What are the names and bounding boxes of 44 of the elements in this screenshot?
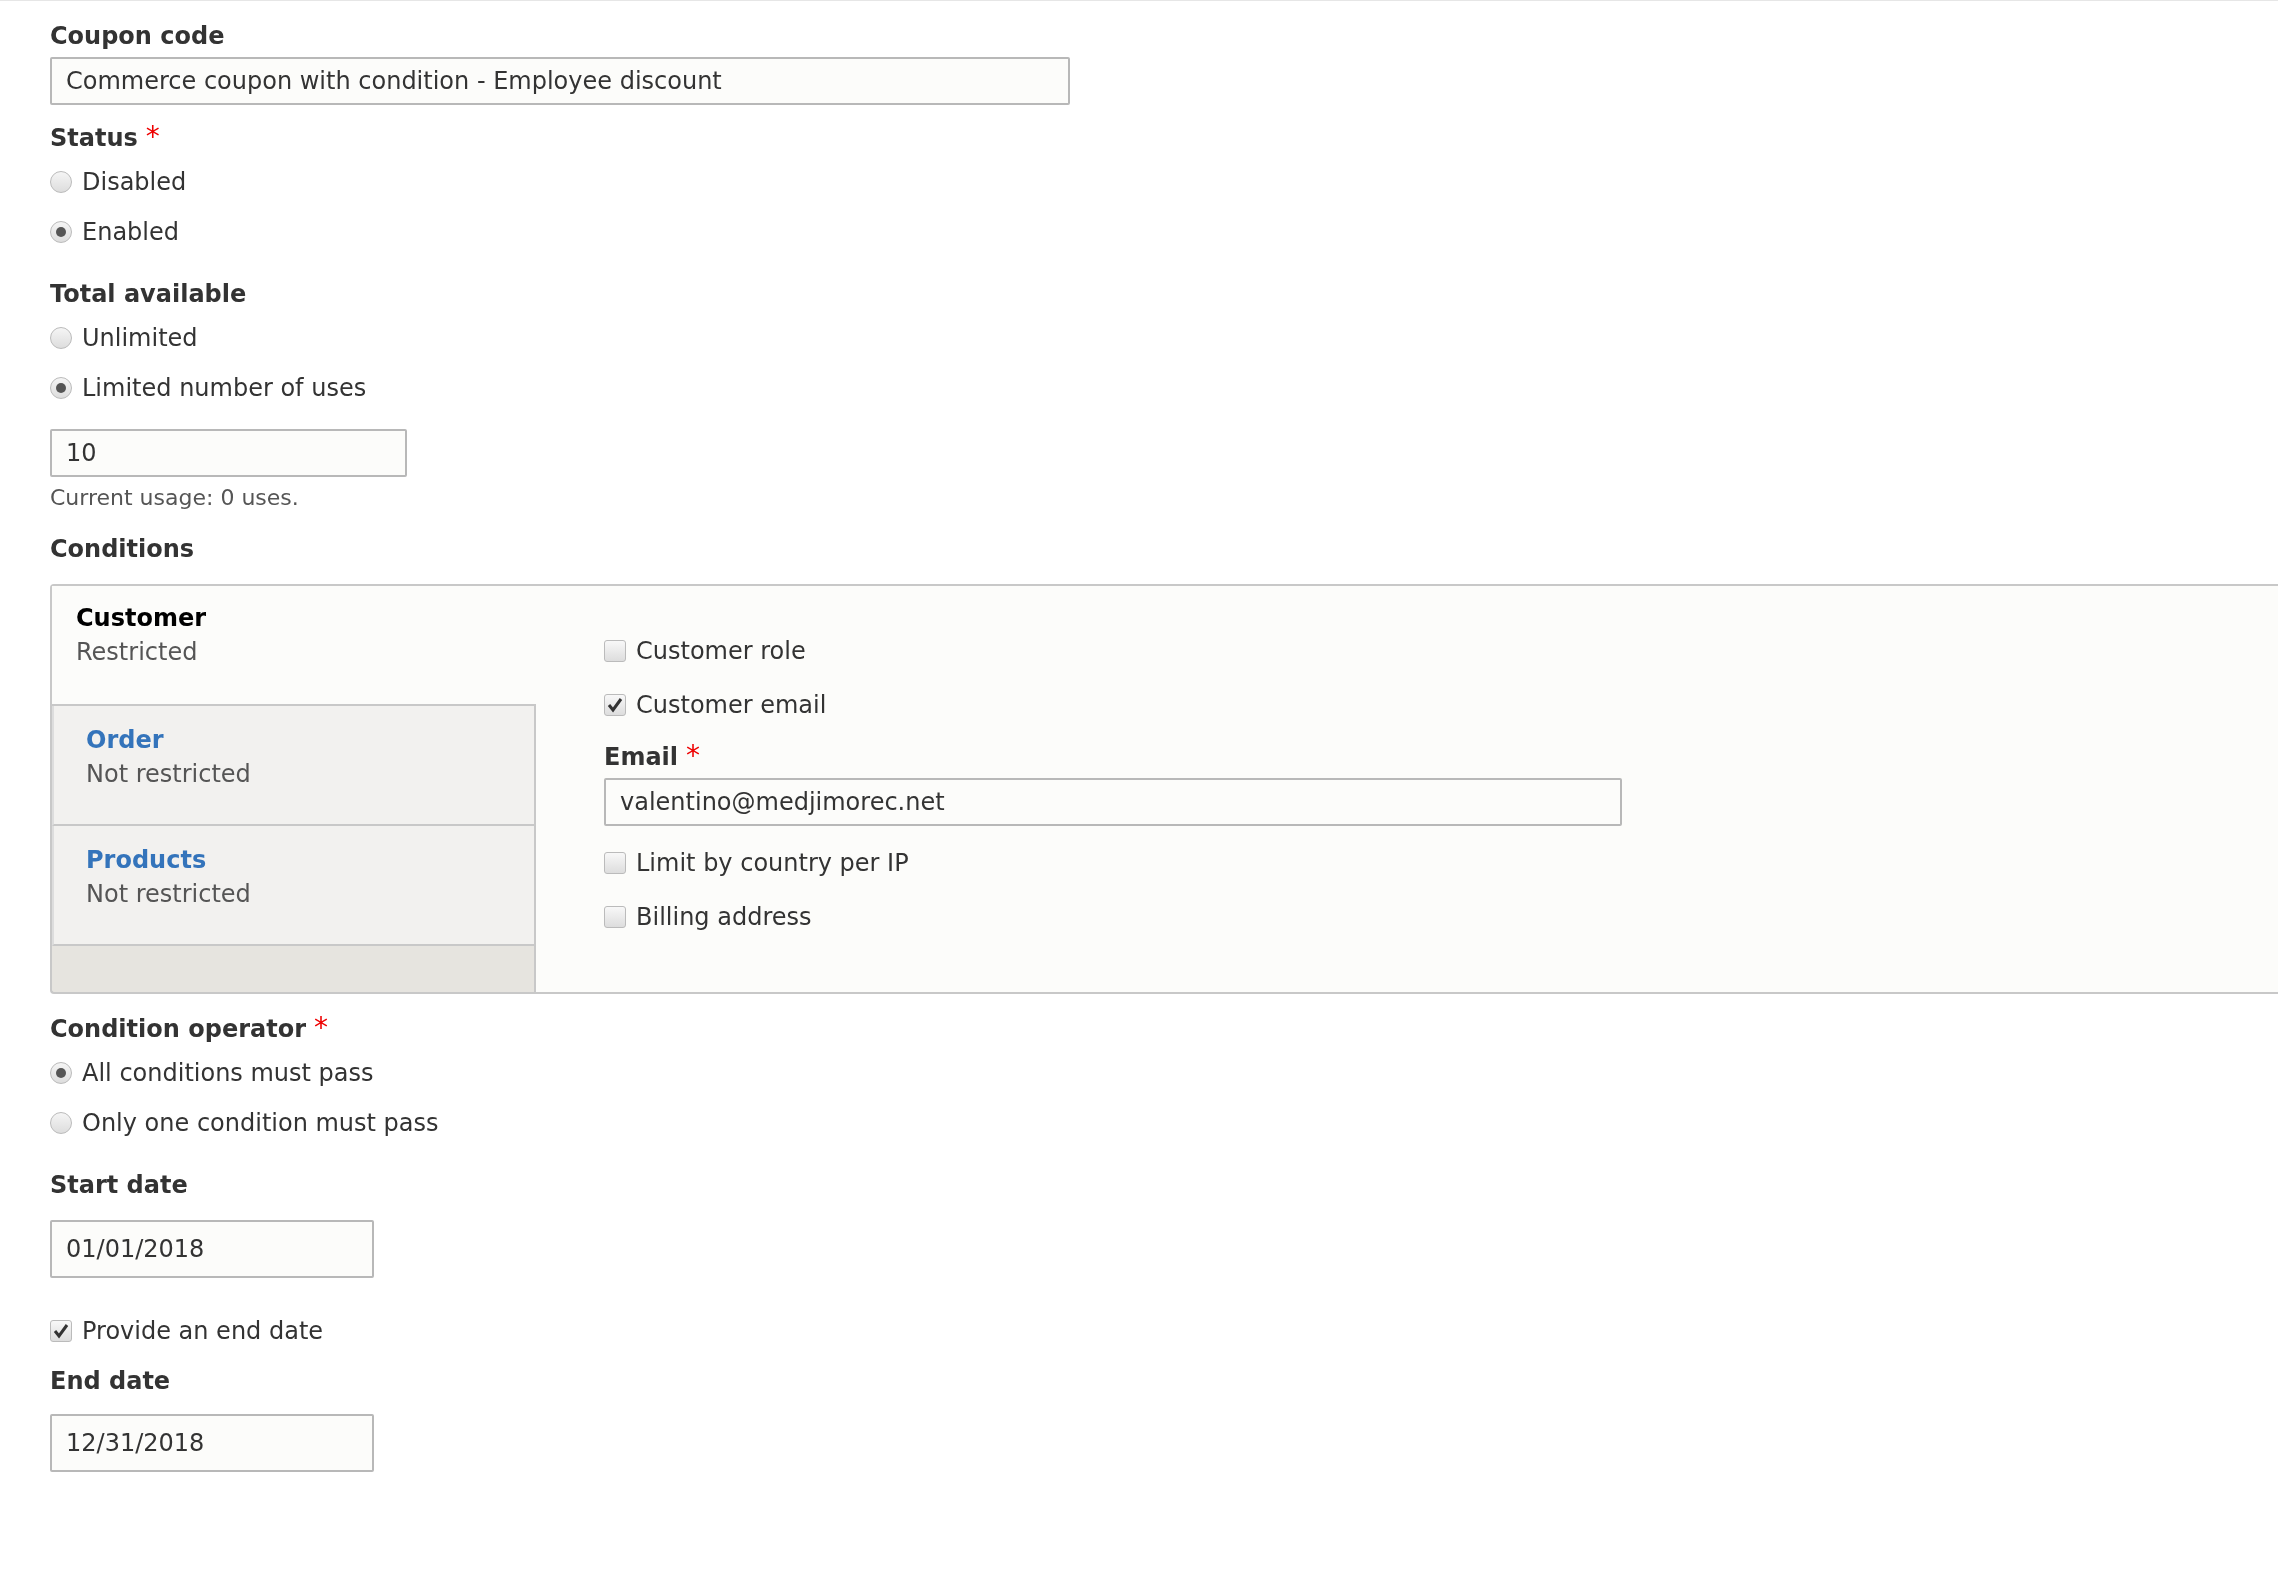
radio-button[interactable] <box>50 377 72 399</box>
radio-label: Limited number of uses <box>82 373 367 404</box>
end-date-field[interactable]: 12/31/2018 <box>50 1414 374 1472</box>
checkbox[interactable] <box>604 694 626 716</box>
checkbox[interactable] <box>50 1320 72 1342</box>
checkbox-label: Provide an end date <box>82 1316 324 1347</box>
radio-button[interactable] <box>50 1112 72 1134</box>
radio-label: All conditions must pass <box>82 1058 374 1089</box>
checkmark-icon <box>53 1323 69 1339</box>
vertical-tab[interactable]: Customer Restricted <box>52 586 536 706</box>
radio-button[interactable] <box>50 327 72 349</box>
field-label: Start date <box>50 1170 188 1200</box>
checkmark-icon <box>607 697 623 713</box>
start-date-field[interactable]: 01/01/2018 <box>50 1220 374 1278</box>
checkbox-label: Customer email <box>636 690 827 721</box>
usage-description: Current usage: 0 uses. <box>50 485 300 510</box>
checkbox[interactable] <box>604 852 626 874</box>
field-label: Email <box>604 742 679 772</box>
field-label: End date <box>50 1366 171 1396</box>
checkbox-label: Customer role <box>636 636 806 667</box>
radio-label: Only one condition must pass <box>82 1108 439 1139</box>
radio-label: Enabled <box>82 217 179 248</box>
required-mark: * <box>314 1014 328 1044</box>
field-label: Conditions <box>50 534 195 564</box>
field-label: Total available <box>50 279 247 309</box>
radio-button[interactable] <box>50 171 72 193</box>
checkbox-label: Billing address <box>636 902 812 933</box>
field-label: Condition operator <box>50 1014 306 1044</box>
vertical-tab[interactable]: Order Not restricted <box>52 706 534 826</box>
radio-button[interactable] <box>50 1062 72 1084</box>
vertical-tab[interactable]: Products Not restricted <box>52 826 534 946</box>
radio-button[interactable] <box>50 221 72 243</box>
field-label: Status <box>50 123 138 153</box>
required-mark: * <box>145 123 160 153</box>
radio-label: Disabled <box>82 167 187 198</box>
usage-limit-field[interactable]: 10 <box>50 429 407 477</box>
radio-label: Unlimited <box>82 323 198 354</box>
coupon-code-field[interactable]: Commerce coupon with condition - Employee discount <box>50 57 1070 105</box>
email-field[interactable]: valentino@medjimorec.net <box>604 778 1622 826</box>
checkbox-label: Limit by country per IP <box>636 848 909 879</box>
checkbox[interactable] <box>604 906 626 928</box>
field-label: Coupon code <box>50 21 225 51</box>
required-mark: * <box>686 742 701 772</box>
checkbox[interactable] <box>604 640 626 662</box>
